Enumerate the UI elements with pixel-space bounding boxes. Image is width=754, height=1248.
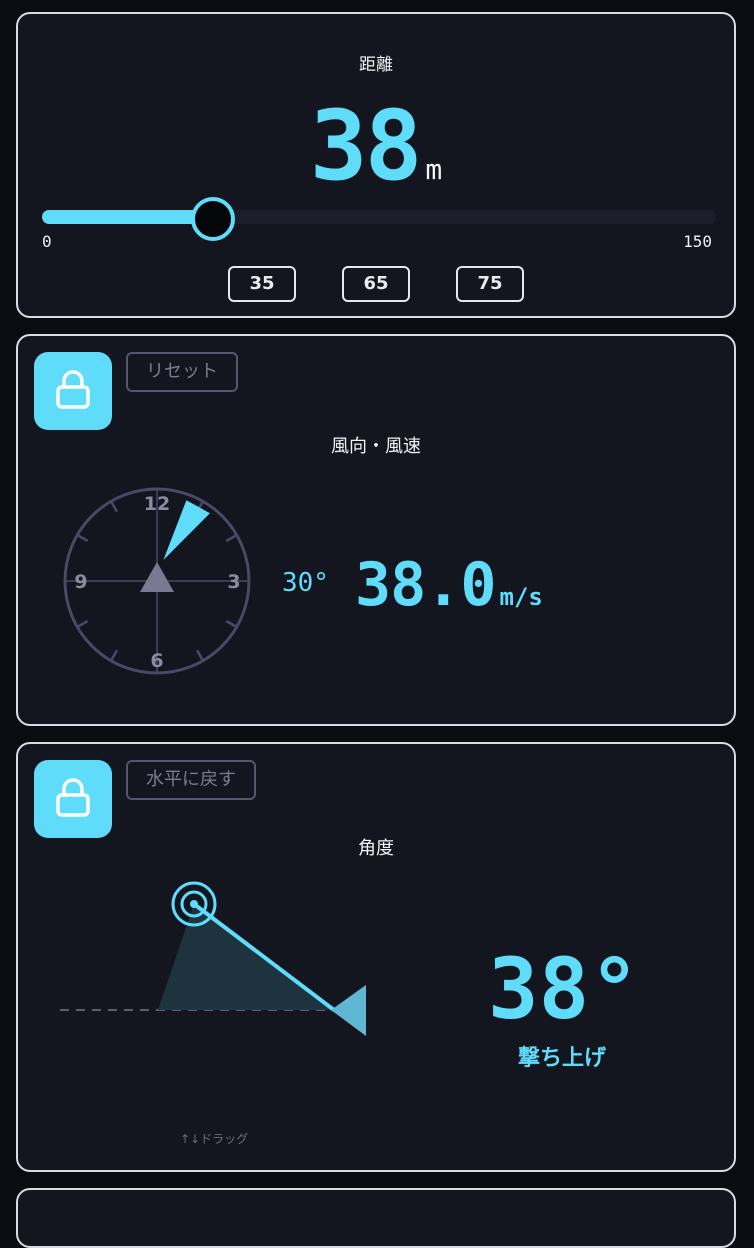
distance-slider[interactable] (42, 197, 716, 241)
next-card (16, 1188, 736, 1248)
wind-speed-value: 38.0 (355, 550, 496, 620)
angle-mode-label: 撃ち上げ (518, 1046, 607, 1071)
wind-speed-unit: m/s (499, 583, 543, 611)
slider-max-label: 150 (683, 232, 712, 251)
preset-button-75[interactable]: 75 (456, 266, 524, 302)
slider-min-label: 0 (42, 232, 52, 251)
wind-card: リセット 風向・風速 12 3 6 9 30° 38.0 m/s (16, 334, 736, 726)
angle-card: 水平に戻す 角度 38° 撃ち上げ ↑↓ドラッグ (16, 742, 736, 1172)
angle-arc-fill (158, 904, 334, 1010)
angle-editor[interactable] (18, 744, 458, 1164)
distance-value: 38 (309, 90, 423, 202)
distance-unit: m (425, 153, 443, 186)
dial-label-12: 12 (144, 493, 170, 515)
wind-lock-button[interactable] (34, 352, 112, 430)
wind-direction-dial[interactable]: 12 3 6 9 (62, 486, 252, 676)
lock-icon (56, 370, 90, 409)
preset-button-65[interactable]: 65 (342, 266, 410, 302)
wind-title: 風向・風速 (331, 436, 421, 457)
distance-card: 距離 38 m 0 150 35 65 75 (16, 12, 736, 318)
distance-presets: 35 65 75 (18, 266, 734, 302)
wind-speed-readout: 38.0 m/s (355, 550, 543, 620)
dial-label-6: 6 (150, 650, 163, 672)
distance-slider-thumb[interactable] (190, 197, 235, 241)
distance-readout: 38 m (18, 98, 734, 194)
dial-label-9: 9 (74, 571, 87, 593)
origin-marker-icon (331, 985, 366, 1036)
target-handle-center[interactable] (190, 900, 198, 908)
angle-value: 38° (488, 940, 640, 1038)
distance-label: 距離 (359, 55, 393, 75)
dial-label-3: 3 (227, 571, 240, 593)
drag-hint: ↑↓ドラッグ (180, 1132, 249, 1146)
wind-direction-value: 30° (282, 568, 329, 598)
wind-direction-arrow[interactable] (163, 500, 210, 560)
preset-button-35[interactable]: 35 (228, 266, 296, 302)
wind-reset-button[interactable]: リセット (126, 352, 238, 392)
player-marker-icon (140, 562, 174, 592)
